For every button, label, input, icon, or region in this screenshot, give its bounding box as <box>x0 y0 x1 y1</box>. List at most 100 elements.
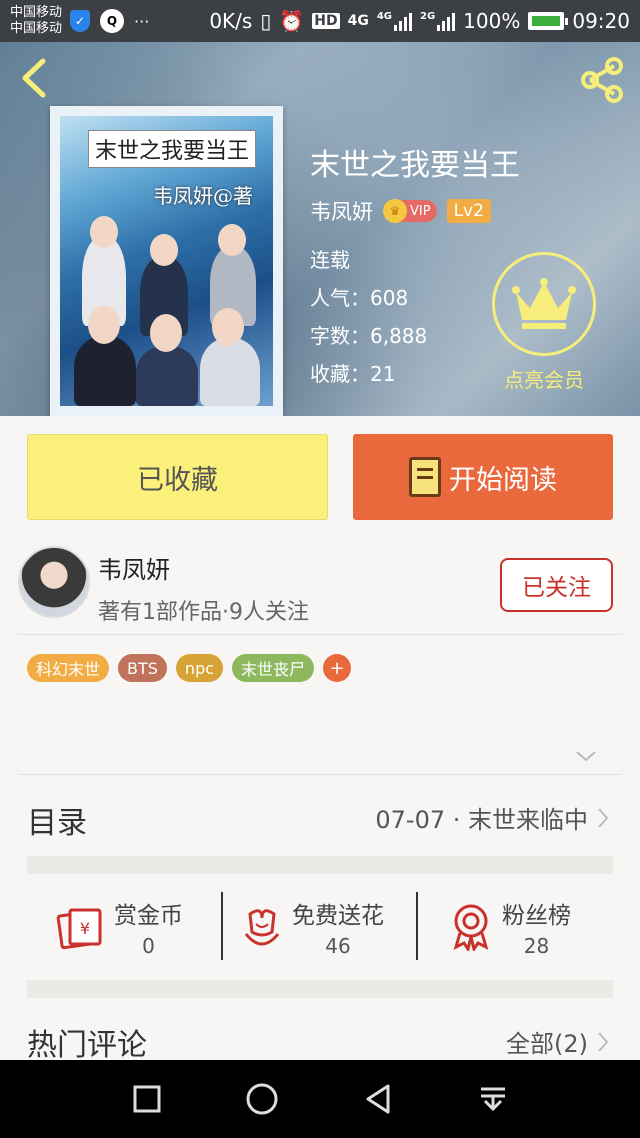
battery-percent: 100% <box>463 9 521 33</box>
book-author[interactable]: 韦凤妍 <box>310 196 373 226</box>
vip-label: VIP <box>410 203 431 219</box>
tag-item[interactable]: BTS <box>118 654 167 682</box>
toc-latest-chapter[interactable]: 07-07 · 末世来临中 <box>375 800 610 835</box>
popularity-label: 人气： <box>310 286 370 310</box>
member-button[interactable] <box>492 252 596 356</box>
share-button[interactable] <box>576 54 628 106</box>
flowers-text: 免费送花 46 <box>292 896 384 958</box>
signal-2-icon: 2G <box>420 11 456 31</box>
cover-figure <box>74 336 136 406</box>
vip-badge: ♛ VIP <box>383 199 437 223</box>
cover-face <box>150 234 178 266</box>
latest-chapter-text: 07-07 · 末世来临中 <box>375 806 588 834</box>
fans-text: 粉丝榜 28 <box>502 896 571 958</box>
svg-text:¥: ¥ <box>80 919 90 938</box>
back-button[interactable] <box>14 56 54 100</box>
medal-icon <box>453 904 489 951</box>
network-speed: 0K/s <box>209 9 253 33</box>
popularity-value: 608 <box>370 286 409 310</box>
tag-item[interactable]: npc <box>175 654 224 682</box>
divider <box>18 634 622 635</box>
status-bar: 中国移动 中国移动 ✓ Q ··· 0K/s ▯ ⏰ HD 4G 4G 2G 1… <box>0 0 640 42</box>
cover-face <box>90 216 118 248</box>
cover-face <box>150 314 182 352</box>
qq-penguin-icon: Q <box>100 9 125 33</box>
vibrate-icon: ▯ <box>260 9 272 33</box>
reward-text: 赏金币 0 <box>114 896 183 958</box>
all-comments-label: 全部(2) <box>506 1030 588 1058</box>
security-shield-icon: ✓ <box>70 10 91 32</box>
clock: 09:20 <box>572 9 630 33</box>
divider <box>221 892 223 960</box>
book-author-row: 韦凤妍 ♛ VIP Lv2 <box>310 196 491 226</box>
cover-author: 韦凤妍@著 <box>153 184 253 208</box>
signal-1-icon: 4G <box>377 11 412 31</box>
home-icon[interactable] <box>244 1081 280 1117</box>
free-flowers[interactable]: 免费送花 46 <box>242 892 384 962</box>
author-subtitle: 著有1部作品·9人关注 <box>98 600 309 625</box>
all-comments-link[interactable]: 全部(2) <box>506 1024 610 1059</box>
share-icon <box>581 57 623 103</box>
divider <box>416 892 418 960</box>
following-label: 已关注 <box>522 575 591 601</box>
level-badge: Lv2 <box>446 199 491 223</box>
reward-value: 0 <box>142 934 155 958</box>
hd-badge: HD <box>312 13 340 29</box>
start-reading-button[interactable]: 开始阅读 <box>353 434 613 520</box>
cover-title: 末世之我要当王 <box>88 130 257 168</box>
section-gap <box>27 856 613 874</box>
carrier-2: 中国移动 <box>10 21 63 36</box>
cover-artwork: 末世之我要当王 韦凤妍@著 <box>60 116 273 406</box>
add-tag-button[interactable]: + <box>323 654 352 682</box>
cover-face <box>218 224 246 256</box>
favorited-button[interactable]: 已收藏 <box>27 434 328 520</box>
word-count-label: 字数： <box>310 324 370 348</box>
status-right: 0K/s ▯ ⏰ HD 4G 4G 2G 100% 09:20 <box>209 9 630 33</box>
cover-figure <box>136 346 198 406</box>
book-status: 连载 <box>310 248 350 272</box>
crown-icon <box>512 278 576 329</box>
favorited-label: 已收藏 <box>137 464 218 496</box>
expand-chevron-icon[interactable] <box>574 748 598 764</box>
cover-face <box>212 308 244 346</box>
notification-pull-icon[interactable] <box>477 1083 509 1115</box>
recent-apps-icon[interactable] <box>131 1083 163 1115</box>
carrier-info: 中国移动 中国移动 <box>10 5 62 37</box>
start-reading-label: 开始阅读 <box>449 464 557 496</box>
network-4g-label: 4G <box>347 13 369 29</box>
fans-label: 粉丝榜 <box>502 903 571 929</box>
word-count-row: 字数：6,888 <box>310 320 427 349</box>
flowers-label: 免费送花 <box>292 903 384 929</box>
cover-figure <box>200 338 260 406</box>
crown-icon: ♛ <box>383 199 407 223</box>
fan-ranking[interactable]: 粉丝榜 28 <box>450 892 571 962</box>
member-label[interactable]: 点亮会员 <box>492 364 596 393</box>
book-title: 末世之我要当王 <box>310 148 520 183</box>
red-envelope-icon: ¥ <box>56 908 102 950</box>
section-gap <box>27 980 613 998</box>
network-4g-small: 4G <box>376 11 392 22</box>
chevron-right-icon <box>598 807 609 828</box>
toc-title[interactable]: 目录 <box>27 798 87 842</box>
favorites-value: 21 <box>370 362 396 386</box>
back-nav-icon[interactable] <box>362 1082 396 1116</box>
reward-coins[interactable]: ¥ 赏金币 0 <box>56 892 183 962</box>
flowers-value: 46 <box>325 934 351 958</box>
favorites-label: 收藏： <box>310 362 370 386</box>
reward-label: 赏金币 <box>114 903 183 929</box>
system-nav-bar <box>0 1060 640 1138</box>
cover-face <box>88 306 120 344</box>
tag-item[interactable]: 末世丧尸 <box>232 654 315 682</box>
book-detail-screen: 中国移动 中国移动 ✓ Q ··· 0K/s ▯ ⏰ HD 4G 4G 2G 1… <box>0 0 640 1138</box>
popularity-row: 人气：608 <box>310 282 408 311</box>
book-cover[interactable]: 末世之我要当王 韦凤妍@著 <box>50 106 283 416</box>
network-2g-label: 2G <box>420 11 436 22</box>
word-count-value: 6,888 <box>370 324 428 348</box>
carrier-1: 中国移动 <box>10 5 63 20</box>
tag-item[interactable]: 科幻末世 <box>27 654 110 682</box>
tag-list: 科幻末世 BTS npc 末世丧尸 + <box>27 654 352 682</box>
author-name[interactable]: 韦凤妍 <box>98 550 170 585</box>
following-button[interactable]: 已关注 <box>500 558 613 612</box>
author-avatar[interactable] <box>18 546 90 618</box>
book-icon <box>409 457 441 497</box>
